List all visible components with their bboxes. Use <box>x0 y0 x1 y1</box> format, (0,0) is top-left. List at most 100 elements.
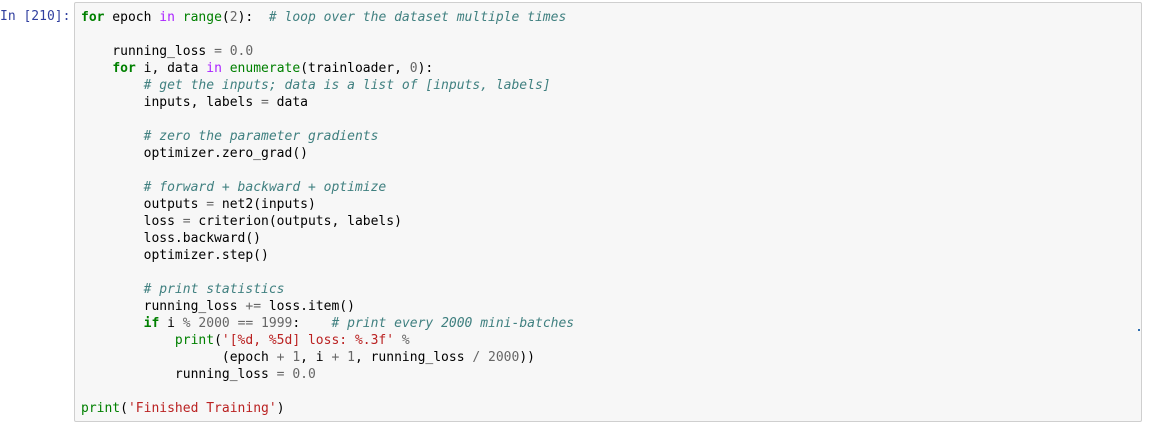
operator-token: % <box>182 316 191 331</box>
number-token: 2000 <box>198 316 230 331</box>
string-token: 'Finished Training' <box>127 401 277 416</box>
builtin-token: range <box>182 10 222 25</box>
code-text: running_loss <box>81 44 215 59</box>
comment-token: # get the inputs; data is a list of [inp… <box>143 78 551 93</box>
code-text: ( <box>214 333 222 348</box>
code-line: for epoch in range(2): # loop over the d… <box>81 9 574 26</box>
operator-token: = <box>182 214 191 229</box>
keyword-token: if <box>143 316 160 331</box>
operator-token: % <box>401 333 410 348</box>
code-text: loss.backward() <box>81 231 262 246</box>
code-text: (trainloader, <box>300 61 410 76</box>
number-token: 1 <box>292 350 301 365</box>
number-token: 0.0 <box>292 367 316 382</box>
comment-token: # print statistics <box>143 282 285 297</box>
builtin-token: print <box>81 401 121 416</box>
code-text: data <box>268 95 308 110</box>
operator-token: += <box>245 299 262 314</box>
comment-token: # forward + backward + optimize <box>143 180 387 195</box>
code-text: inputs, labels <box>81 95 262 110</box>
code-line: running_loss = 0.0 <box>81 366 574 383</box>
code-line: outputs = net2(inputs) <box>81 196 574 213</box>
code-text: i <box>159 316 183 331</box>
code-line: running_loss += loss.item() <box>81 298 574 315</box>
number-token: 2 <box>229 10 238 25</box>
code-text: loss <box>81 214 183 229</box>
code-text: ): <box>417 61 434 76</box>
keyword-token: for <box>81 10 105 25</box>
code-text: epoch <box>104 10 160 25</box>
code-line: # zero the parameter gradients <box>81 128 574 145</box>
code-text: loss.item() <box>261 299 355 314</box>
scroll-indicator <box>1138 329 1140 331</box>
code-line: print('Finished Training') <box>81 400 574 417</box>
comment-token: # print every 2000 mini-batches <box>331 316 575 331</box>
builtin-token: print <box>174 333 215 348</box>
number-token: 2000 <box>488 350 520 365</box>
code-text: : <box>292 316 332 331</box>
builtin-token: enumerate <box>229 61 301 76</box>
operator-token: / <box>472 350 481 365</box>
code-text: (epoch <box>81 350 277 365</box>
number-token: 0.0 <box>229 44 254 59</box>
code-line: # print statistics <box>81 281 574 298</box>
operator-token: + <box>276 350 285 365</box>
code-text: running_loss <box>81 367 277 382</box>
code-text: i, data <box>135 61 207 76</box>
code-text: optimizer.zero_grad() <box>81 146 308 161</box>
number-token: 1999 <box>261 316 293 331</box>
code-block[interactable]: for epoch in range(2): # loop over the d… <box>81 9 574 417</box>
cell-prompt: In [210]: <box>0 9 71 24</box>
keyword-token: for <box>112 61 136 76</box>
code-text: net2(inputs) <box>214 197 316 212</box>
code-line: optimizer.step() <box>81 247 574 264</box>
code-line: running_loss = 0.0 <box>81 43 574 60</box>
operator-word-token: in <box>206 61 222 76</box>
code-editor[interactable]: for epoch in range(2): # loop over the d… <box>74 2 1142 422</box>
code-text: running_loss <box>81 299 246 314</box>
code-text: outputs <box>81 197 207 212</box>
code-text: criterion(outputs, labels) <box>190 214 402 229</box>
code-line: (epoch + 1, i + 1, running_loss / 2000)) <box>81 349 574 366</box>
code-text: , i <box>300 350 332 365</box>
code-line: inputs, labels = data <box>81 94 574 111</box>
operator-token: == <box>237 316 254 331</box>
code-text: ( <box>221 10 230 25</box>
code-line: # get the inputs; data is a list of [inp… <box>81 77 574 94</box>
string-token: '[%d, %5d] loss: %.3f' <box>221 333 395 348</box>
notebook-code-cell[interactable]: In [210]: for epoch in range(2): # loop … <box>0 0 1162 431</box>
comment-token: # loop over the dataset multiple times <box>268 10 567 25</box>
number-token: 1 <box>347 350 355 365</box>
code-line: # forward + backward + optimize <box>81 179 574 196</box>
operator-token: = <box>261 95 269 110</box>
operator-token: = <box>206 197 215 212</box>
code-line: for i, data in enumerate(trainloader, 0)… <box>81 60 574 77</box>
operator-token: = <box>276 367 285 382</box>
operator-token: = <box>214 44 222 59</box>
code-text: )) <box>519 350 535 365</box>
comment-token: # zero the parameter gradients <box>143 129 379 144</box>
code-line: loss.backward() <box>81 230 574 247</box>
code-line: print('[%d, %5d] loss: %.3f' % <box>81 332 574 349</box>
code-text: ) <box>276 401 285 416</box>
code-line: loss = criterion(outputs, labels) <box>81 213 574 230</box>
